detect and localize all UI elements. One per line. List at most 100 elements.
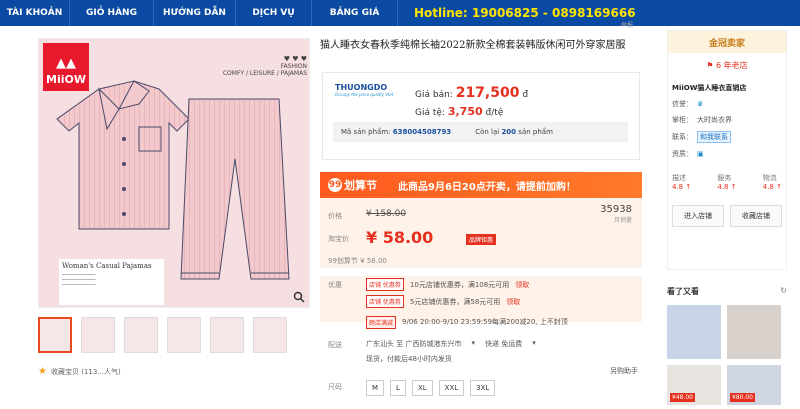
size-option-m[interactable]: M: [366, 380, 385, 396]
shipping-note: 现货，付款后48小时内发货: [366, 355, 452, 363]
coupon-tag-2: 店铺 优惠券: [366, 295, 404, 308]
hotline[interactable]: Hotline: 19006825 - 0898169666: [398, 6, 636, 20]
rating-score: 4.8 ↑: [762, 183, 782, 191]
collect-shop-button[interactable]: 收藏店铺: [730, 205, 782, 227]
nav-pricing[interactable]: BẢNG GIÁ: [312, 0, 398, 26]
coupon-row-1: 店铺 优惠券 10元店铺优惠券，满108元可用 领取: [366, 278, 529, 291]
qualification-icon[interactable]: ▣: [697, 150, 704, 158]
brand-logo: ▲▲ MiiOW: [43, 43, 89, 91]
see-also-item-4[interactable]: ¥80.00: [727, 365, 781, 405]
thumbnail-strip: [38, 317, 287, 353]
rating-description: 描述 4.8 ↑: [672, 173, 691, 191]
festival-logo-text: 划算节: [344, 179, 377, 192]
fashion-line2: COMFY / LEISURE / PAJAMAS: [222, 70, 307, 77]
nav-cart[interactable]: GIỎ HÀNG: [70, 0, 154, 26]
product-main-image[interactable]: ▲▲ MiiOW ♥ ♥ ♥ FASHION COMFY / LEISURE /…: [38, 38, 310, 308]
refresh-icon[interactable]: ↻: [780, 286, 787, 297]
route-chevron-icon[interactable]: ▾: [471, 339, 475, 349]
qualification-row: 资质： ▣: [668, 149, 786, 159]
zoom-icon[interactable]: [293, 291, 305, 303]
caption-filler: ━━━━━━━━━━━━━━ ━━━━━━━━━━━━━━ ━━━━━━━━━━━━…: [62, 272, 96, 287]
fashion-line1: FASHION: [280, 63, 307, 70]
sold-unit: 月销量: [613, 217, 632, 224]
festival-price: ¥ 58.00: [360, 257, 387, 265]
thumbnail-1[interactable]: [38, 317, 72, 353]
stock-prefix: Còn lại: [475, 128, 500, 136]
see-also-title: 看了又看: [667, 287, 699, 296]
cross-shop-tag: 跨店满减: [366, 315, 397, 329]
sell-label: Giá bán:: [415, 90, 453, 100]
keeper-row: 掌柜： 大时尚衣界: [668, 115, 786, 125]
see-also-price-1: ¥48.00: [670, 393, 695, 402]
stock: Còn lại 200 sản phẩm: [475, 128, 553, 136]
claim-coupon-1[interactable]: 领取: [515, 280, 529, 290]
shop-ratings: 描述 4.8 ↑ 服务 4.8 ↑ 物流 4.8 ↑: [668, 173, 786, 191]
offers-label: 优惠: [328, 281, 342, 289]
thumbnail-6[interactable]: [253, 317, 287, 353]
see-also-item-1[interactable]: [667, 305, 721, 359]
brand-discount-badge: 品牌钜惠: [466, 234, 497, 245]
hearts-icon: ♥ ♥ ♥: [283, 55, 307, 63]
express-chevron-icon[interactable]: ▾: [532, 339, 536, 349]
shipping-route-row: 广东汕头 至 广西防城港东兴市 ▾ 快递 免运费 ▾: [366, 339, 536, 349]
thumbnail-4[interactable]: [167, 317, 201, 353]
sold-count: 35938: [600, 204, 632, 215]
contact-label: 联系：: [672, 133, 693, 141]
see-also-price-2: ¥80.00: [730, 393, 755, 402]
favorite-link[interactable]: ★ 收藏宝贝 (113...人气): [38, 366, 121, 377]
shipping-route[interactable]: 广东汕头 至 广西防城港东兴市: [366, 339, 461, 349]
see-also-item-2[interactable]: [727, 305, 781, 359]
original-price: ¥ 158.00: [366, 209, 407, 219]
coupon-tag-1: 店铺 优惠券: [366, 278, 404, 291]
shop-years-text: 6 年老店: [716, 61, 748, 70]
coupon-text-2: 5元店铺优惠券，满58元可用: [409, 297, 501, 306]
product-title: 猫人睡衣女春秋季纯棉长袖2022新款全棉套装韩版休闲可外穿家居服: [320, 40, 626, 51]
thumbnail-3[interactable]: [124, 317, 158, 353]
price-label: 价格: [328, 212, 342, 220]
report-link[interactable]: 举报: [621, 20, 633, 29]
contact-row: 联系： 和我联系: [668, 131, 786, 143]
cross-shop-row: 跨店满减 9/06 20:00-9/10 23:59:59每满200减20, 上…: [320, 315, 642, 329]
size-option-xl[interactable]: XL: [411, 380, 433, 396]
star-icon: ★: [38, 366, 47, 377]
rating-logistics: 物流 4.8 ↑: [763, 173, 782, 191]
shop-name[interactable]: MiiOW猫人睡衣直销店: [668, 83, 786, 93]
thumbnail-5[interactable]: [210, 317, 244, 353]
rating-service: 服务 4.8 ↑: [717, 173, 736, 191]
see-also-header: 看了又看 ↻: [667, 286, 787, 297]
size-options: M L XL XXL 3XL: [366, 380, 496, 396]
shopping-assistant[interactable]: 另购助手: [610, 366, 638, 376]
rate-unit: đ/tệ: [485, 108, 504, 118]
credit-label: 信誉：: [672, 100, 693, 108]
sell-price-row: Giá bán: 217,500 đ: [415, 85, 528, 101]
image-caption: Woman's Casual Pajamas: [62, 262, 152, 270]
shop-years-icon: ⚑: [706, 61, 714, 70]
see-also-item-3[interactable]: ¥48.00: [667, 365, 721, 405]
thumbnail-2[interactable]: [81, 317, 115, 353]
festival-icon: 99: [328, 178, 342, 192]
code-value: 638004508793: [392, 128, 452, 136]
taobao-label: 淘宝价: [328, 235, 349, 243]
size-option-l[interactable]: L: [390, 380, 406, 396]
enter-shop-button[interactable]: 进入店铺: [672, 205, 724, 227]
claim-coupon-2[interactable]: 领取: [506, 297, 520, 307]
qualification-label: 资质：: [672, 150, 693, 158]
nav-account[interactable]: TÀI KHOẢN: [0, 0, 70, 26]
product-code: Mã sản phẩm: 638004508793: [341, 128, 451, 136]
gold-seller-header: 金冠卖家: [668, 31, 786, 53]
nav-services[interactable]: DỊCH VỤ: [236, 0, 312, 26]
rate-row: Giá tệ: 3,750 đ/tệ: [415, 105, 503, 118]
see-also: 看了又看 ↻ ¥48.00 ¥80.00: [667, 286, 787, 409]
logo-sub: Occupy the price quality Viet: [335, 92, 394, 97]
keeper-value[interactable]: 大时尚衣界: [697, 115, 732, 125]
favorite-text: 收藏宝贝 (113...人气): [50, 367, 121, 376]
size-option-xxl[interactable]: XXL: [438, 380, 465, 396]
nav-guide[interactable]: HƯỚNG DẪN: [154, 0, 236, 26]
size-option-3xl[interactable]: 3XL: [470, 380, 496, 396]
brand-name: MiiOW: [46, 73, 86, 86]
contact-button[interactable]: 和我联系: [697, 131, 731, 143]
size-section: 尺码 M L XL XXL 3XL: [320, 378, 642, 400]
page: TÀI KHOẢN GIỎ HÀNG HƯỚNG DẪN DỊCH VỤ BẢN…: [0, 0, 800, 409]
cross-shop-text: 9/06 20:00-9/10 23:59:59每满200减20, 上不封顶: [402, 318, 568, 326]
festival-price-row: 99划算节 ¥ 58.00: [328, 256, 387, 266]
